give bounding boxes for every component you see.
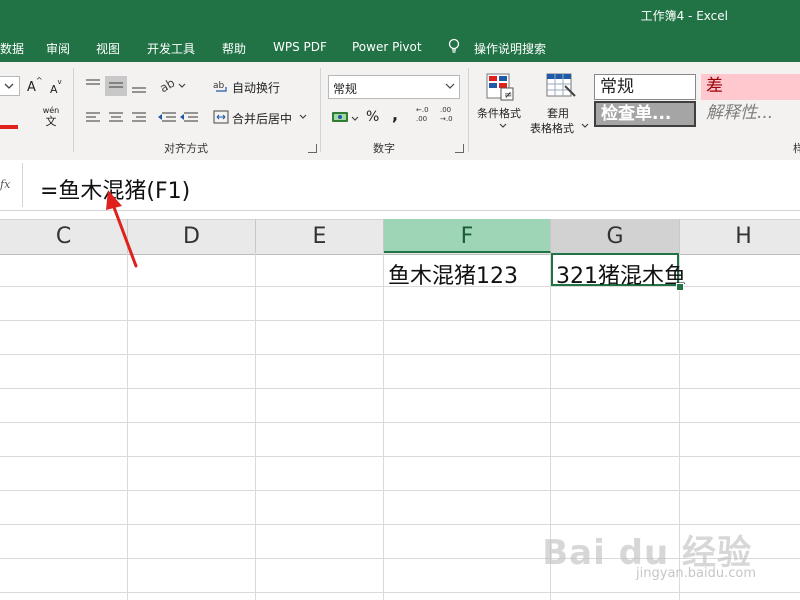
group-separator xyxy=(73,68,74,152)
chevron-down-icon xyxy=(445,83,455,89)
comma-style-button[interactable]: , xyxy=(392,105,398,124)
grid-line xyxy=(0,456,800,457)
tab-power-pivot[interactable]: Power Pivot xyxy=(352,40,422,54)
tab-wps-pdf[interactable]: WPS PDF xyxy=(273,40,327,54)
decrease-decimal-button[interactable]: .00 →.0 xyxy=(440,106,460,124)
increase-decimal-button[interactable]: ←.0 .00 xyxy=(416,106,434,124)
fx-icon: fx xyxy=(0,178,11,191)
tab-review[interactable]: 审阅 xyxy=(46,40,70,57)
cell-f1[interactable]: 鱼木混猪123 xyxy=(388,258,518,290)
format-as-table-icon xyxy=(546,73,576,97)
tab-view[interactable]: 视图 xyxy=(96,40,120,57)
column-header-d[interactable]: D xyxy=(128,219,256,253)
chevron-down-icon[interactable] xyxy=(298,113,308,121)
alignment-group-label: 对齐方式 xyxy=(164,142,208,155)
number-format-dropdown[interactable]: 常规 xyxy=(328,75,460,99)
chevron-down-icon[interactable] xyxy=(498,122,508,130)
alignment-dialog-launcher[interactable] xyxy=(308,144,317,153)
column-header-g[interactable]: G xyxy=(551,219,680,253)
horizontal-align-icons[interactable] xyxy=(84,108,200,128)
cell-g1[interactable]: 321猪混木鱼 xyxy=(556,258,686,290)
styles-group-label: 样 xyxy=(793,142,800,155)
shrink-font-button[interactable]: Av xyxy=(50,78,68,96)
wrap-text-icon: ab xyxy=(213,81,227,92)
merge-center-button[interactable]: 合并后居中 xyxy=(232,110,292,127)
window-title: 工作簿4 - Excel xyxy=(640,9,728,23)
style-bad[interactable]: 差 xyxy=(701,74,800,100)
conditional-formatting-icon: ≠ xyxy=(486,73,514,101)
style-check-cell[interactable]: 检查单... xyxy=(594,101,696,127)
grid-line xyxy=(127,253,128,600)
phonetic-guide-button[interactable]: wén 文 xyxy=(36,106,66,134)
svg-text:≠: ≠ xyxy=(504,90,512,101)
tab-data[interactable]: 数据 xyxy=(0,40,24,57)
svg-text:ab: ab xyxy=(159,76,177,95)
grid-line xyxy=(0,320,800,321)
chevron-down-icon xyxy=(4,83,14,89)
watermark-url: jingyan.baidu.com xyxy=(636,566,756,581)
column-header-f[interactable]: F xyxy=(384,219,551,253)
wrap-text-button[interactable]: 自动换行 xyxy=(232,79,280,96)
number-format-value: 常规 xyxy=(333,82,358,96)
format-as-table-line1[interactable]: 套用 xyxy=(547,105,569,121)
lightbulb-icon xyxy=(448,38,460,53)
fill-handle[interactable] xyxy=(676,283,684,291)
conditional-formatting-button[interactable]: 条件格式 xyxy=(477,105,521,121)
shrink-font-label: A xyxy=(50,83,58,96)
grow-font-label: A xyxy=(27,80,36,95)
vertical-align-icons[interactable] xyxy=(84,76,156,96)
number-group-label: 数字 xyxy=(373,142,395,155)
svg-text:ab: ab xyxy=(213,81,225,91)
accounting-format-icon[interactable] xyxy=(330,108,360,128)
tell-me-search[interactable]: 操作说明搜索 xyxy=(474,40,546,57)
percent-style-button[interactable]: % xyxy=(366,109,379,125)
merge-center-icon xyxy=(213,110,229,124)
group-separator xyxy=(468,68,469,152)
grid-line xyxy=(0,490,800,491)
font-color-button[interactable] xyxy=(0,108,22,130)
grid-line xyxy=(0,592,800,593)
grow-font-button[interactable]: A^ xyxy=(27,76,47,95)
number-dialog-launcher[interactable] xyxy=(455,144,464,153)
grid-line xyxy=(383,253,384,600)
style-normal[interactable]: 常规 xyxy=(594,74,696,100)
grid-line xyxy=(0,388,800,389)
group-separator xyxy=(320,68,321,152)
column-header-e[interactable]: E xyxy=(256,219,384,253)
style-explanatory[interactable]: 解释性... xyxy=(701,101,800,127)
grid-line xyxy=(0,354,800,355)
phonetic-bottom-text: 文 xyxy=(45,115,57,128)
orientation-icon[interactable]: ab xyxy=(159,76,189,96)
chevron-down-icon[interactable] xyxy=(580,122,590,130)
grid-line xyxy=(0,422,800,423)
column-header-h[interactable]: H xyxy=(680,219,800,253)
format-as-table-button[interactable]: 表格格式 xyxy=(530,120,574,136)
tab-help[interactable]: 帮助 xyxy=(222,40,246,57)
font-size-dropdown[interactable] xyxy=(0,76,20,96)
red-arrow-annotation xyxy=(106,190,138,268)
tab-developer[interactable]: 开发工具 xyxy=(147,40,195,57)
grid-line xyxy=(255,253,256,600)
